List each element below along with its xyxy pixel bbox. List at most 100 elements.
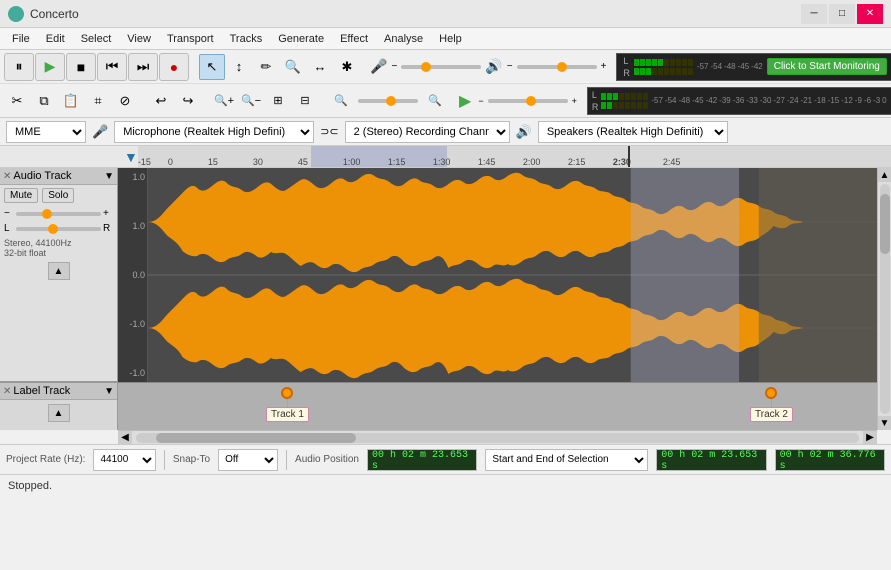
lr-labels: L R xyxy=(623,56,630,78)
h-scroll-track[interactable] xyxy=(136,433,859,443)
label-track-close[interactable]: ✕ xyxy=(3,386,11,397)
menu-transport[interactable]: Transport xyxy=(159,31,222,47)
h-scroll-thumb[interactable] xyxy=(156,433,356,443)
playback-zoom-out[interactable]: 🔍 xyxy=(422,88,448,114)
mic-select[interactable]: Microphone (Realtek High Defini) xyxy=(114,121,314,143)
zoom-in-button[interactable]: 🔍+ xyxy=(211,88,237,114)
label-track-canvas[interactable]: Track 1 Track 2 xyxy=(118,382,877,430)
sel-mode-select[interactable]: Start and End of Selection xyxy=(485,449,648,471)
menu-generate[interactable]: Generate xyxy=(270,31,332,47)
play-button[interactable]: ▶ xyxy=(35,53,65,81)
stop-button[interactable]: ■ xyxy=(66,53,96,81)
playhead-line xyxy=(628,146,630,167)
menu-effect[interactable]: Effect xyxy=(332,31,376,47)
vol-slider-track[interactable] xyxy=(517,65,597,69)
tick-245: 2:45 xyxy=(663,157,681,167)
play2-button[interactable]: ▶ xyxy=(458,88,472,114)
label-text-1[interactable]: Track 1 xyxy=(266,407,309,422)
gain-slider-track[interactable] xyxy=(401,65,481,69)
playback-rate-thumb[interactable] xyxy=(526,96,536,106)
tick-30: 30 xyxy=(253,157,263,167)
sel-end-display[interactable]: 00 h 02 m 36.776 s xyxy=(775,449,885,471)
audio-track-name: Audio Track xyxy=(13,170,102,182)
trim-button[interactable]: ⌗ xyxy=(85,88,111,114)
select-tool-button[interactable]: ↖ xyxy=(199,54,225,80)
playback-rate-slider[interactable] xyxy=(488,99,568,103)
v-scroll-track[interactable] xyxy=(880,184,890,414)
copy-button[interactable]: ⧉ xyxy=(31,88,57,114)
label-marker-1[interactable]: Track 1 xyxy=(266,383,309,422)
menu-select[interactable]: Select xyxy=(73,31,120,47)
zoom-sel-button[interactable]: ⊞ xyxy=(265,88,291,114)
zoom-out-button[interactable]: 🔍− xyxy=(238,88,264,114)
close-button[interactable]: ✕ xyxy=(857,4,883,24)
label-track-control: ✕ Label Track ▼ ▲ xyxy=(0,382,117,430)
cut-button[interactable]: ✂ xyxy=(4,88,30,114)
v-scrollbar[interactable]: ▲ ▼ xyxy=(877,168,891,430)
menu-view[interactable]: View xyxy=(119,31,159,47)
redo-button[interactable]: ↪ xyxy=(175,88,201,114)
zoom-fit-button[interactable]: ⊟ xyxy=(292,88,318,114)
menu-edit[interactable]: Edit xyxy=(38,31,73,47)
draw-tool-button[interactable]: ✏ xyxy=(253,54,279,80)
label-track-collapse[interactable]: ▲ xyxy=(48,404,70,422)
track-collapse-button[interactable]: ▲ xyxy=(48,262,70,280)
playhead-marker[interactable]: ▼ xyxy=(124,149,138,165)
envelope-tool-button[interactable]: ↕ xyxy=(226,54,252,80)
track-gain-slider[interactable] xyxy=(16,212,101,216)
track-info-line2: 32-bit float xyxy=(4,248,113,258)
label-track-dropdown[interactable]: ▼ xyxy=(104,386,114,397)
vol-slider-thumb[interactable] xyxy=(557,62,567,72)
track-gain-thumb[interactable] xyxy=(42,209,52,219)
skip-forward-button[interactable]: ⏭ xyxy=(128,53,158,81)
audio-track-close[interactable]: ✕ xyxy=(3,171,11,182)
menu-file[interactable]: File xyxy=(4,31,38,47)
track-pan-slider[interactable] xyxy=(16,227,101,231)
api-select[interactable]: MME xyxy=(6,121,86,143)
gain-slider-thumb[interactable] xyxy=(421,62,431,72)
ruler-marks[interactable]: -15 0 15 30 45 1:00 1:15 1:30 1:45 2:00 … xyxy=(138,146,891,167)
v-scroll-thumb[interactable] xyxy=(880,194,890,254)
menu-analyse[interactable]: Analyse xyxy=(376,31,431,47)
playback-zoom-slider[interactable] xyxy=(358,99,418,103)
audio-position-display[interactable]: 00 h 02 m 23.653 s xyxy=(367,449,477,471)
waveform-display[interactable] xyxy=(148,168,877,382)
waveform-area[interactable]: 1.0 1.0 0.0 -1.0 -1.0 xyxy=(118,168,877,382)
speaker-select[interactable]: Speakers (Realtek High Definiti) xyxy=(538,121,728,143)
label-pin-2[interactable] xyxy=(765,387,777,399)
track-pan-thumb[interactable] xyxy=(48,224,58,234)
zoom-tool-button[interactable]: 🔍 xyxy=(280,54,306,80)
channels-select[interactable]: 2 (Stereo) Recording Channels xyxy=(345,121,510,143)
start-monitoring-button[interactable]: Click to Start Monitoring xyxy=(767,58,887,75)
undo-button[interactable]: ↩ xyxy=(148,88,174,114)
label-pin-1[interactable] xyxy=(281,387,293,399)
label-text-2[interactable]: Track 2 xyxy=(750,407,793,422)
record-button[interactable]: ● xyxy=(159,53,189,81)
h-scrollbar[interactable]: ◀ ▶ xyxy=(118,430,877,444)
h-scroll-right[interactable]: ▶ xyxy=(863,431,877,445)
timeshift-tool-button[interactable]: ↔ xyxy=(307,54,333,80)
playback-zoom-thumb[interactable] xyxy=(386,96,396,106)
track-info-line1: Stereo, 44100Hz xyxy=(4,238,113,248)
solo-button[interactable]: Solo xyxy=(42,188,74,203)
playback-zoom-in[interactable]: 🔍 xyxy=(328,88,354,114)
menu-tracks[interactable]: Tracks xyxy=(222,31,271,47)
sel-start-display[interactable]: 00 h 02 m 23.653 s xyxy=(656,449,766,471)
mute-button[interactable]: Mute xyxy=(4,188,38,203)
skip-back-button[interactable]: ⏮ xyxy=(97,53,127,81)
silence-button[interactable]: ⊘ xyxy=(112,88,138,114)
label-marker-2[interactable]: Track 2 xyxy=(750,383,793,422)
v-scroll-up[interactable]: ▲ xyxy=(878,168,891,182)
menu-help[interactable]: Help xyxy=(431,31,470,47)
v-scroll-down[interactable]: ▼ xyxy=(878,416,891,430)
audio-track-dropdown[interactable]: ▼ xyxy=(104,171,114,182)
minimize-button[interactable]: ─ xyxy=(801,4,827,24)
multi-tool-button[interactable]: ✱ xyxy=(334,54,360,80)
pause-button[interactable]: ⏸ xyxy=(4,53,34,81)
project-rate-select[interactable]: 44100 xyxy=(93,449,155,471)
h-scroll-left[interactable]: ◀ xyxy=(118,431,132,445)
maximize-button[interactable]: □ xyxy=(829,4,855,24)
zoom-buttons: 🔍+ 🔍− ⊞ ⊟ xyxy=(211,88,318,114)
snap-to-select[interactable]: Off xyxy=(218,449,278,471)
paste-button[interactable]: 📋 xyxy=(58,88,84,114)
